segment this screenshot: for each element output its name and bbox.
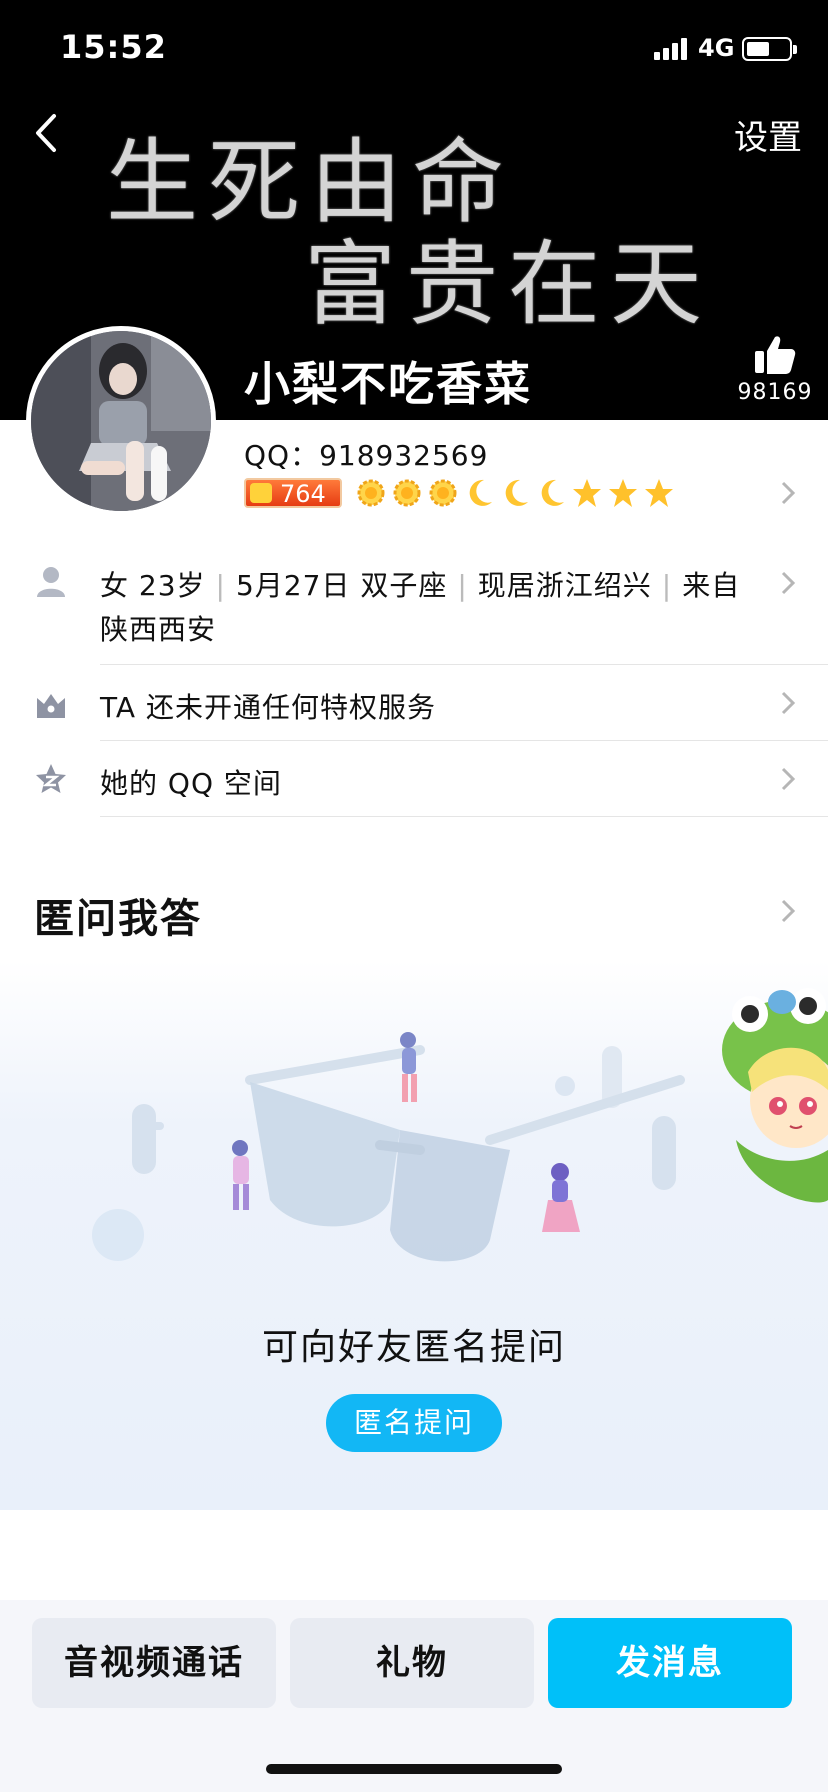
chevron-right-icon xyxy=(781,767,796,791)
divider xyxy=(100,664,828,665)
avatar[interactable] xyxy=(26,326,216,516)
send-message-button[interactable]: 发消息 xyxy=(548,1618,792,1708)
chevron-right-icon xyxy=(781,571,796,595)
profile-page: 15:52 4G 设置 生死由命 富贵在天 小梨不吃香菜 98169 QQ：91… xyxy=(0,0,828,1792)
nickname: 小梨不吃香菜 xyxy=(244,357,532,411)
status-bar: 15:52 4G xyxy=(0,0,828,100)
cover-text-line-2: 富贵在天 xyxy=(304,231,713,338)
frog-hat-sticker xyxy=(722,988,828,1203)
current-location: 现居浙江绍兴 xyxy=(477,569,652,602)
sun-icon xyxy=(429,479,457,507)
like-count: 98169 xyxy=(737,380,813,405)
avatar-photo xyxy=(31,331,211,511)
battery-icon xyxy=(742,37,797,61)
chevron-left-icon xyxy=(36,114,56,152)
crown-icon xyxy=(37,694,65,718)
thumbs-up-icon xyxy=(755,336,796,374)
gift-button[interactable]: 礼物 xyxy=(290,1618,534,1708)
badge-icon xyxy=(250,483,272,503)
level-badge-number: 764 xyxy=(280,480,326,508)
star-icon xyxy=(645,479,673,507)
star-icon xyxy=(573,479,601,507)
qa-prompt: 可向好友匿名提问 xyxy=(261,1327,566,1368)
divider xyxy=(100,740,828,741)
qq-level-icons[interactable] xyxy=(354,474,676,514)
sun-icon xyxy=(393,479,421,507)
qzone-star-icon xyxy=(36,764,66,793)
section-title: 匿问我答 xyxy=(34,896,202,942)
hometown: 陕西西安 xyxy=(100,613,217,646)
signal-icon xyxy=(654,38,690,60)
star-icon xyxy=(609,479,637,507)
basic-info-line-1: 女 23岁 | 5月27日 双子座 | 现居浙江绍兴 | 来自 xyxy=(100,569,741,602)
qq-label: QQ： xyxy=(244,439,320,472)
birthday-zodiac: 5月27日 双子座 xyxy=(235,569,448,602)
video-call-button[interactable]: 音视频通话 xyxy=(32,1618,276,1708)
status-time: 15:52 xyxy=(60,28,167,66)
gender-age: 女 23岁 xyxy=(100,569,206,602)
anonymous-ask-button[interactable]: 匿名提问 xyxy=(326,1394,502,1452)
divider xyxy=(100,816,828,817)
chevron-right-icon[interactable] xyxy=(778,478,798,508)
sun-icon xyxy=(357,479,385,507)
hometown-label: 来自 xyxy=(682,569,741,602)
qq-number: 918932569 xyxy=(319,439,489,472)
chevron-right-icon[interactable] xyxy=(778,896,798,926)
qq-number-line: QQ：918932569 xyxy=(244,434,488,474)
chevron-right-icon xyxy=(781,691,796,715)
privilege-text: TA 还未开通任何特权服务 xyxy=(100,691,436,724)
back-button[interactable] xyxy=(26,108,66,158)
home-indicator[interactable] xyxy=(266,1764,562,1774)
glasses-illustration xyxy=(92,1032,685,1262)
level-badge[interactable]: 764 xyxy=(244,478,342,508)
moon-icon xyxy=(469,479,492,506)
moon-icon xyxy=(541,479,564,506)
person-icon xyxy=(37,567,65,597)
settings-button[interactable]: 设置 xyxy=(734,110,802,159)
moon-icon xyxy=(505,479,528,506)
network-label: 4G xyxy=(698,34,735,62)
qzone-text: 她的 QQ 空间 xyxy=(100,767,282,800)
like-button[interactable] xyxy=(740,333,810,381)
